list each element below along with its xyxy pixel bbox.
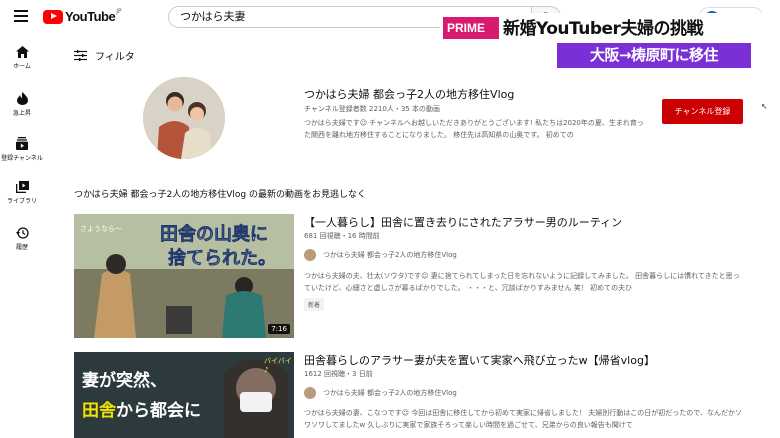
sidebar-item-label: 登録チャンネル	[1, 155, 43, 162]
channel-mini-avatar	[304, 387, 316, 399]
filter-button[interactable]: フィルタ	[74, 48, 135, 63]
couple-photo-icon	[143, 77, 225, 159]
history-icon	[15, 227, 29, 239]
video-thumbnail[interactable]: バイバイ♪ 妻が突然、 田舎から都会に	[74, 352, 294, 438]
youtube-logo[interactable]: YouTube JP	[43, 8, 122, 24]
sidebar: ホーム 急上昇 登録チャンネル ライブラリ 履歴	[0, 34, 44, 438]
video-channel-name: つかはら夫婦 都会っ子2人の地方移住Vlog	[323, 251, 457, 259]
channel-mini-avatar	[304, 249, 316, 261]
thumbnail-small-text: バイバイ♪	[264, 357, 292, 374]
sidebar-item-subscriptions[interactable]: 登録チャンネル	[0, 137, 44, 162]
section-title: つかはら夫婦 都会っ子2人の地方移住Vlog の最新の動画をお見逃しなく	[74, 190, 366, 200]
video-description: つかはら夫婦の妻、こなつです☺ 今回は田舎に移住してから初めて実家に帰省しました…	[304, 409, 742, 429]
video-channel-name: つかはら夫婦 都会っ子2人の地方移住Vlog	[323, 389, 457, 397]
video-meta: 681 回視聴・16 時間前	[304, 232, 380, 240]
logo-country: JP	[116, 8, 122, 15]
thumbnail-caption: 妻が突然、	[82, 371, 167, 391]
sidebar-item-home[interactable]: ホーム	[0, 46, 44, 70]
filter-icon	[74, 50, 87, 61]
new-badge: 新着	[304, 298, 325, 311]
sidebar-item-trending[interactable]: 急上昇	[0, 92, 44, 117]
video-thumbnail[interactable]: さようなら〜 田舎の山奥に 捨てられた。 7:16	[74, 214, 294, 338]
video-title[interactable]: 田舎暮らしのアラサー妻が夫を置いて実家へ飛び立ったw【帰省vlog】	[304, 352, 655, 368]
broadcast-subtitle: 大阪→梼原町に移住	[557, 43, 751, 68]
thumbnail-small-text: さようなら〜	[80, 225, 122, 233]
thumbnail-caption: 捨てられた。	[168, 248, 277, 270]
home-icon	[15, 46, 29, 58]
sidebar-item-label: 履歴	[15, 244, 28, 251]
video-duration: 7:16	[268, 324, 290, 334]
prime-logo: PRIME	[443, 17, 499, 39]
video-meta: 1612 回視聴・3 日前	[304, 370, 373, 378]
channel-name[interactable]: つかはら夫婦 都会っ子2人の地方移住Vlog	[304, 86, 514, 102]
thumbnail-caption: 田舎から都会に	[82, 401, 201, 421]
thumbnail-image-icon	[74, 352, 294, 438]
broadcast-title: 新婚YouTuber夫婦の挑戦	[503, 19, 703, 39]
video-description: つかはら夫婦の夫、壮太(ソウタ)です☺ 妻に捨てられてしまった日を忘れないように…	[304, 272, 740, 292]
sidebar-item-label: ライブラリ	[6, 198, 37, 205]
sidebar-item-label: 急上昇	[12, 110, 31, 117]
channel-description: つかはら夫婦です☺ チャンネルへお越しいただきありがとうございます! 私たちは2…	[304, 119, 644, 139]
video-channel[interactable]: つかはら夫婦 都会っ子2人の地方移住Vlog	[304, 387, 457, 399]
logo-text: YouTube	[65, 9, 116, 24]
channel-stats: チャンネル登録者数 2210人・35 本の動画	[304, 105, 440, 113]
subscribe-button[interactable]: チャンネル登録	[662, 99, 743, 124]
sidebar-item-library[interactable]: ライブラリ	[0, 181, 44, 205]
youtube-play-icon	[43, 9, 63, 24]
filter-label: フィルタ	[95, 52, 135, 63]
video-channel[interactable]: つかはら夫婦 都会っ子2人の地方移住Vlog	[304, 249, 457, 261]
video-title[interactable]: 【一人暮らし】田舎に置き去りにされたアラサー男のルーティン	[304, 214, 622, 230]
trending-icon	[16, 92, 28, 105]
subscriptions-icon	[16, 137, 28, 150]
library-icon	[15, 181, 29, 193]
menu-icon[interactable]	[14, 10, 28, 22]
thumbnail-caption: 田舎の山奥に	[160, 224, 269, 246]
sidebar-item-label: ホーム	[13, 63, 31, 70]
sidebar-item-history[interactable]: 履歴	[0, 227, 44, 251]
channel-avatar[interactable]	[143, 77, 225, 159]
mouse-cursor-icon: ↖	[761, 102, 768, 111]
